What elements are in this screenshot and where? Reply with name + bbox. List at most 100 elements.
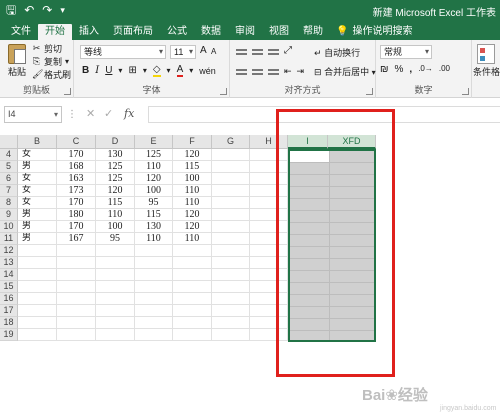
cell[interactable]: 167 (57, 233, 96, 245)
cell[interactable]: 170 (57, 149, 96, 161)
cell[interactable] (18, 269, 57, 281)
cell[interactable] (135, 293, 173, 305)
cell[interactable] (173, 257, 212, 269)
row-header-14[interactable]: 14 (0, 269, 18, 281)
bold-button[interactable]: B (82, 65, 89, 76)
insert-function-icon[interactable]: fx (124, 107, 134, 120)
format-painter-button[interactable]: 🖌 格式刷 (32, 68, 71, 81)
column-header-b[interactable]: B (18, 135, 57, 149)
cell[interactable]: 173 (57, 185, 96, 197)
customize-qat-icon[interactable]: ▾ (60, 3, 65, 17)
cell[interactable] (57, 281, 96, 293)
clipboard-launcher-icon[interactable] (64, 88, 71, 95)
row-header-12[interactable]: 12 (0, 245, 18, 257)
cell[interactable]: 男 (18, 209, 57, 221)
tab-home[interactable]: 开始 (38, 24, 72, 40)
grow-font-button[interactable]: A (200, 45, 207, 56)
cell[interactable] (96, 281, 135, 293)
cell[interactable] (173, 245, 212, 257)
tab-review[interactable]: 审阅 (228, 24, 262, 40)
tab-insert[interactable]: 插入 (72, 24, 106, 40)
row-header-11[interactable]: 11 (0, 233, 18, 245)
cell[interactable] (18, 329, 57, 341)
cell[interactable] (18, 293, 57, 305)
cell[interactable] (212, 161, 250, 173)
select-all-corner[interactable] (0, 135, 18, 149)
cell[interactable] (57, 317, 96, 329)
cell[interactable] (96, 257, 135, 269)
shrink-font-button[interactable]: A (211, 47, 216, 56)
border-dropdown-icon[interactable]: ▾ (143, 66, 147, 75)
cell[interactable]: 115 (135, 209, 173, 221)
cell[interactable]: 170 (57, 221, 96, 233)
cell[interactable]: 120 (173, 209, 212, 221)
cell[interactable] (212, 317, 250, 329)
cell[interactable] (57, 329, 96, 341)
row-header-9[interactable]: 9 (0, 209, 18, 221)
cell[interactable] (212, 293, 250, 305)
italic-button[interactable]: I (95, 65, 99, 76)
cell[interactable]: 女 (18, 149, 57, 161)
cell[interactable]: 120 (173, 221, 212, 233)
cell[interactable] (135, 317, 173, 329)
alignment-launcher-icon[interactable] (366, 88, 373, 95)
number-format-select[interactable]: 常规 (380, 45, 432, 59)
paste-button[interactable]: 粘贴 (6, 44, 28, 78)
fill-dropdown-icon[interactable]: ▾ (167, 66, 171, 75)
cell[interactable]: 170 (57, 197, 96, 209)
cell[interactable]: 110 (96, 209, 135, 221)
cell[interactable]: 女 (18, 185, 57, 197)
orientation-icon[interactable]: ⤢ (284, 45, 292, 57)
copy-button[interactable]: ⎘ 复制 ▾ (32, 55, 71, 68)
wrap-text-button[interactable]: ↵ 自动换行 (314, 46, 360, 59)
column-header-e[interactable]: E (135, 135, 173, 149)
accounting-format-icon[interactable]: ₪ (380, 64, 389, 75)
cell[interactable]: 163 (57, 173, 96, 185)
redo-icon[interactable]: ↷ (42, 3, 52, 17)
cell[interactable]: 女 (18, 173, 57, 185)
row-header-17[interactable]: 17 (0, 305, 18, 317)
cell[interactable] (18, 305, 57, 317)
cell[interactable]: 女 (18, 197, 57, 209)
decrease-decimal-icon[interactable]: .00 (439, 64, 450, 75)
cell[interactable]: 100 (96, 221, 135, 233)
cell[interactable] (212, 221, 250, 233)
cell[interactable] (18, 281, 57, 293)
cell[interactable] (212, 269, 250, 281)
row-header-6[interactable]: 6 (0, 173, 18, 185)
font-size-select[interactable]: 11 (170, 45, 196, 59)
cell[interactable]: 180 (57, 209, 96, 221)
cell[interactable] (212, 245, 250, 257)
cell[interactable]: 115 (173, 161, 212, 173)
cell[interactable]: 110 (173, 197, 212, 209)
cell[interactable] (96, 329, 135, 341)
cell[interactable] (135, 329, 173, 341)
merge-center-button[interactable]: ⊟ 合并后居中 ▾ (314, 65, 376, 78)
cell[interactable]: 125 (96, 173, 135, 185)
cell[interactable] (173, 281, 212, 293)
cell[interactable] (212, 185, 250, 197)
font-color-icon[interactable]: A (176, 64, 184, 77)
cell[interactable]: 100 (135, 185, 173, 197)
enter-icon[interactable]: ✓ (104, 107, 113, 120)
cell[interactable]: 110 (173, 185, 212, 197)
align-bottom-icon[interactable] (268, 48, 279, 57)
increase-decimal-icon[interactable]: .0→ (418, 64, 433, 75)
font-launcher-icon[interactable] (220, 88, 227, 95)
cell[interactable]: 男 (18, 233, 57, 245)
percent-button[interactable]: % (395, 64, 404, 75)
cell[interactable] (212, 233, 250, 245)
row-header-8[interactable]: 8 (0, 197, 18, 209)
undo-icon[interactable]: ↶ (24, 3, 34, 17)
cell[interactable]: 115 (96, 197, 135, 209)
column-header-f[interactable]: F (173, 135, 212, 149)
number-launcher-icon[interactable] (462, 88, 469, 95)
font-name-select[interactable]: 等线 (80, 45, 166, 59)
cell[interactable] (96, 317, 135, 329)
cell[interactable] (212, 173, 250, 185)
cell[interactable]: 男 (18, 161, 57, 173)
cell[interactable] (212, 257, 250, 269)
cell[interactable] (173, 305, 212, 317)
cell[interactable] (57, 257, 96, 269)
row-header-15[interactable]: 15 (0, 281, 18, 293)
